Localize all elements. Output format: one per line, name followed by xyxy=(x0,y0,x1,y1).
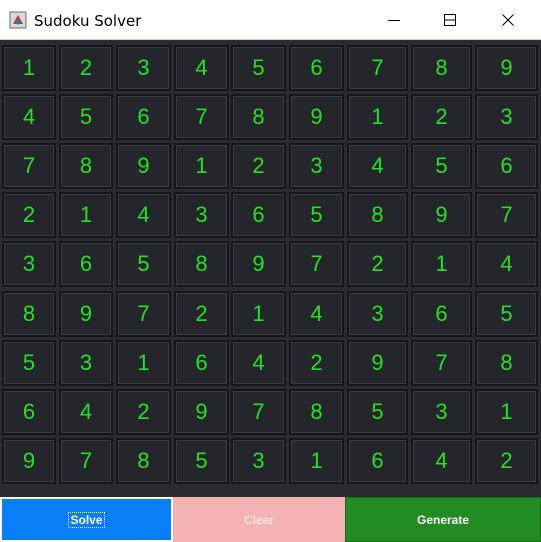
clear-button-label: Clear xyxy=(243,512,275,527)
sudoku-cell[interactable]: 7 xyxy=(2,143,56,189)
sudoku-cell[interactable]: 6 xyxy=(289,45,344,91)
sudoku-cell[interactable]: 6 xyxy=(347,438,408,484)
sudoku-cell[interactable]: 8 xyxy=(231,94,286,140)
sudoku-cell[interactable]: 6 xyxy=(59,241,113,287)
sudoku-cell[interactable]: 2 xyxy=(231,143,286,189)
sudoku-cell[interactable]: 3 xyxy=(59,340,113,386)
sudoku-cell[interactable]: 6 xyxy=(174,340,229,386)
sudoku-cell[interactable]: 4 xyxy=(231,340,286,386)
sudoku-cell[interactable]: 9 xyxy=(174,389,229,435)
sudoku-cell[interactable]: 8 xyxy=(475,340,538,386)
sudoku-cell[interactable]: 1 xyxy=(2,45,56,91)
sudoku-cell[interactable]: 7 xyxy=(411,340,472,386)
clear-button[interactable]: Clear xyxy=(173,497,345,542)
sudoku-cell[interactable]: 5 xyxy=(2,340,56,386)
sudoku-cell[interactable]: 4 xyxy=(59,389,113,435)
sudoku-cell[interactable]: 1 xyxy=(347,94,408,140)
sudoku-cell[interactable]: 1 xyxy=(59,192,113,238)
sudoku-cell[interactable]: 8 xyxy=(289,389,344,435)
sudoku-cell[interactable]: 3 xyxy=(231,438,286,484)
sudoku-cell[interactable]: 4 xyxy=(116,192,171,238)
sudoku-cell[interactable]: 4 xyxy=(411,438,472,484)
minimize-icon xyxy=(388,14,400,26)
sudoku-cell[interactable]: 4 xyxy=(2,94,56,140)
maximize-icon xyxy=(444,14,456,26)
sudoku-cell[interactable]: 6 xyxy=(475,143,538,189)
sudoku-cell[interactable]: 2 xyxy=(174,291,229,337)
maximize-control[interactable] xyxy=(421,0,479,40)
sudoku-cell[interactable]: 5 xyxy=(475,291,538,337)
solve-button-label: Solve xyxy=(68,511,105,528)
sudoku-cell[interactable]: 3 xyxy=(475,94,538,140)
close-control[interactable] xyxy=(479,0,537,40)
sudoku-cell[interactable]: 8 xyxy=(59,143,113,189)
sudoku-cell[interactable]: 3 xyxy=(347,291,408,337)
sudoku-cell[interactable]: 5 xyxy=(174,438,229,484)
sudoku-cell[interactable]: 7 xyxy=(289,241,344,287)
sudoku-cell[interactable]: 6 xyxy=(231,192,286,238)
sudoku-cell[interactable]: 9 xyxy=(2,438,56,484)
sudoku-cell[interactable]: 9 xyxy=(347,340,408,386)
sudoku-cell[interactable]: 5 xyxy=(231,45,286,91)
sudoku-cell[interactable]: 2 xyxy=(411,94,472,140)
sudoku-cell[interactable]: 9 xyxy=(116,143,171,189)
sudoku-cell[interactable]: 4 xyxy=(475,241,538,287)
sudoku-cell[interactable]: 7 xyxy=(59,438,113,484)
sudoku-cell[interactable]: 7 xyxy=(116,291,171,337)
close-icon xyxy=(502,14,514,26)
sudoku-cell[interactable]: 1 xyxy=(411,241,472,287)
sudoku-cell[interactable]: 2 xyxy=(59,45,113,91)
sudoku-cell[interactable]: 9 xyxy=(231,241,286,287)
sudoku-cell[interactable]: 1 xyxy=(231,291,286,337)
sudoku-cell[interactable]: 2 xyxy=(2,192,56,238)
sudoku-cell[interactable]: 3 xyxy=(174,192,229,238)
generate-button[interactable]: Generate xyxy=(345,497,541,542)
sudoku-cell[interactable]: 8 xyxy=(116,438,171,484)
sudoku-cell[interactable]: 2 xyxy=(289,340,344,386)
sudoku-cell[interactable]: 3 xyxy=(116,45,171,91)
window-title: Sudoku Solver xyxy=(34,12,142,30)
sudoku-cell[interactable]: 8 xyxy=(411,45,472,91)
sudoku-cell[interactable]: 5 xyxy=(289,192,344,238)
sudoku-cell[interactable]: 8 xyxy=(347,192,408,238)
sudoku-cell[interactable]: 9 xyxy=(59,291,113,337)
sudoku-cell[interactable]: 5 xyxy=(411,143,472,189)
sudoku-cell[interactable]: 8 xyxy=(2,291,56,337)
sudoku-cell[interactable]: 8 xyxy=(174,241,229,287)
sudoku-cell[interactable]: 3 xyxy=(411,389,472,435)
sudoku-cell[interactable]: 9 xyxy=(475,45,538,91)
sudoku-cell[interactable]: 1 xyxy=(475,389,538,435)
action-buttons: Solve Clear Generate xyxy=(0,497,541,542)
sudoku-cell[interactable]: 9 xyxy=(289,94,344,140)
sudoku-cell[interactable]: 3 xyxy=(289,143,344,189)
sudoku-cell[interactable]: 5 xyxy=(59,94,113,140)
sudoku-board: 1234567894567891237891234562143658973658… xyxy=(0,41,541,497)
sudoku-cell[interactable]: 7 xyxy=(347,45,408,91)
sudoku-cell[interactable]: 4 xyxy=(174,45,229,91)
sudoku-cell[interactable]: 1 xyxy=(116,340,171,386)
sudoku-cell[interactable]: 2 xyxy=(475,438,538,484)
sudoku-cell[interactable]: 1 xyxy=(174,143,229,189)
sudoku-cell[interactable]: 4 xyxy=(347,143,408,189)
minimize-control[interactable] xyxy=(365,0,423,40)
solve-button[interactable]: Solve xyxy=(0,497,173,542)
sudoku-cell[interactable]: 2 xyxy=(116,389,171,435)
sudoku-cell[interactable]: 6 xyxy=(116,94,171,140)
sudoku-cell[interactable]: 2 xyxy=(347,241,408,287)
sudoku-cell[interactable]: 6 xyxy=(2,389,56,435)
sudoku-cell[interactable]: 1 xyxy=(289,438,344,484)
generate-button-label: Generate xyxy=(416,512,470,527)
sudoku-cell[interactable]: 3 xyxy=(2,241,56,287)
sudoku-cell[interactable]: 7 xyxy=(174,94,229,140)
sudoku-cell[interactable]: 7 xyxy=(475,192,538,238)
sudoku-cell[interactable]: 5 xyxy=(347,389,408,435)
app-icon xyxy=(9,11,27,29)
sudoku-cell[interactable]: 6 xyxy=(411,291,472,337)
sudoku-cell[interactable]: 9 xyxy=(411,192,472,238)
sudoku-cell[interactable]: 7 xyxy=(231,389,286,435)
sudoku-cell[interactable]: 5 xyxy=(116,241,171,287)
sudoku-cell[interactable]: 4 xyxy=(289,291,344,337)
